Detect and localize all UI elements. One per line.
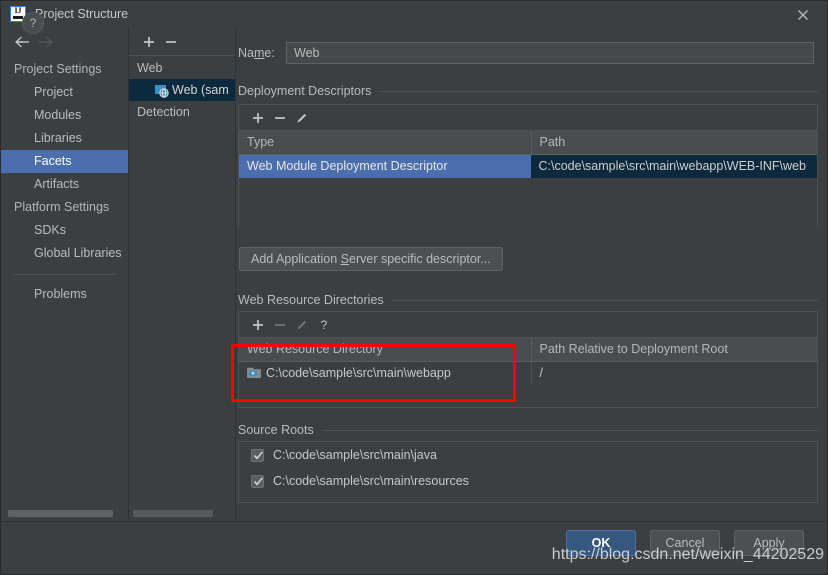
title-bar: Project Structure [0, 0, 828, 29]
watermark-url: https://blog.csdn.net/weixin_44202529 [551, 546, 824, 563]
section-rule [391, 299, 818, 301]
minus-icon [269, 314, 291, 336]
column-header-web-resource-directory[interactable]: Web Resource Directory [239, 338, 531, 361]
sidebar-item-project-settings[interactable]: Project Settings [0, 58, 128, 81]
source-root-label: C:\code\sample\src\main\resources [273, 474, 469, 488]
pencil-icon [291, 314, 313, 336]
window-title: Project Structure [35, 7, 129, 21]
section-label: Source Roots [238, 423, 314, 437]
list-item[interactable]: C:\code\sample\src\main\java [239, 442, 817, 468]
plus-icon[interactable] [138, 31, 160, 53]
facet-settings-panel: Name: Deployment Descriptors Type [236, 28, 828, 521]
table-row[interactable]: C:\code\sample\src\main\webapp / [239, 362, 817, 385]
section-label: Web Resource Directories [238, 293, 384, 307]
svg-text:?: ? [321, 318, 328, 332]
source-roots-list: C:\code\sample\src\main\java C:\code\sam… [238, 441, 818, 503]
close-icon[interactable] [794, 6, 812, 24]
cell-type: Web Module Deployment Descriptor [239, 155, 531, 178]
sidebar-item-artifacts[interactable]: Artifacts [0, 173, 128, 196]
table-header-row: Type Path [239, 131, 817, 155]
sidebar-item-sdks[interactable]: SDKs [0, 219, 128, 242]
settings-sidebar: Project Settings Project Modules Librari… [0, 28, 129, 521]
name-row: Name: [238, 42, 814, 64]
source-root-checkbox[interactable] [251, 474, 264, 488]
web-facet-icon [155, 83, 169, 98]
facet-tree-toolbar [129, 28, 235, 56]
cell-web-resource-directory: C:\code\sample\src\main\webapp [239, 362, 531, 385]
project-structure-dialog: Project Structure Project Settings [0, 0, 828, 575]
cell-relative-path: / [530, 362, 817, 385]
table-empty-area [239, 385, 817, 407]
source-roots-section-title: Source Roots [238, 423, 818, 437]
facet-tree-panel: Web Web (sam Detection [129, 28, 236, 521]
sidebar-item-libraries[interactable]: Libraries [0, 127, 128, 150]
sidebar-divider [14, 274, 116, 275]
help-button[interactable]: ? [22, 12, 44, 34]
sidebar-item-modules[interactable]: Modules [0, 104, 128, 127]
name-label: Name: [238, 46, 275, 60]
sidebar-item-facets[interactable]: Facets [0, 150, 128, 173]
arrow-left-icon[interactable] [12, 31, 34, 53]
plus-icon[interactable] [247, 107, 269, 129]
cell-text: C:\code\sample\src\main\webapp [266, 366, 451, 380]
table-empty-area [239, 178, 817, 226]
source-root-checkbox[interactable] [251, 448, 264, 462]
source-root-label: C:\code\sample\src\main\java [273, 448, 437, 462]
add-application-server-descriptor-button[interactable]: Add Application Server specific descript… [239, 247, 503, 271]
tree-item-detection[interactable]: Detection [129, 101, 235, 123]
sidebar-item-project[interactable]: Project [0, 81, 128, 104]
column-header-relative-path[interactable]: Path Relative to Deployment Root [530, 338, 818, 361]
question-icon[interactable]: ? [313, 314, 335, 336]
sidebar-item-platform-settings[interactable]: Platform Settings [0, 196, 128, 219]
web-resource-directories-toolbar: ? [238, 311, 818, 337]
facet-tree-horizontal-scrollbar[interactable] [133, 510, 213, 517]
web-resource-directories-section-title: Web Resource Directories [238, 293, 818, 307]
deployment-descriptors-table: Type Path Web Module Deployment Descript… [238, 130, 818, 226]
column-header-type[interactable]: Type [239, 131, 531, 154]
tree-item-web-group[interactable]: Web [129, 57, 235, 79]
sidebar-item-problems[interactable]: Problems [0, 283, 128, 306]
facet-tree-list: Web Web (sam Detection [129, 57, 235, 123]
column-header-path[interactable]: Path [530, 131, 818, 154]
deployment-descriptors-section-title: Deployment Descriptors [238, 84, 818, 98]
section-rule [379, 90, 818, 92]
plus-icon[interactable] [247, 314, 269, 336]
deployment-descriptors-toolbar [238, 104, 818, 130]
minus-icon[interactable] [269, 107, 291, 129]
sidebar-list: Project Settings Project Modules Librari… [0, 58, 128, 306]
list-item[interactable]: C:\code\sample\src\main\resources [239, 468, 817, 494]
section-label: Deployment Descriptors [238, 84, 372, 98]
sidebar-horizontal-scrollbar[interactable] [8, 510, 113, 517]
sidebar-nav-buttons [0, 28, 140, 56]
tree-item-web-facet[interactable]: Web (sam [129, 79, 235, 101]
minus-icon[interactable] [160, 31, 182, 53]
table-row[interactable]: Web Module Deployment Descriptor C:\code… [239, 155, 817, 178]
web-resource-directories-table: Web Resource Directory Path Relative to … [238, 337, 818, 408]
cell-path: C:\code\sample\src\main\webapp\WEB-INF\w… [530, 155, 817, 178]
name-input[interactable] [286, 42, 814, 64]
section-rule [321, 429, 818, 431]
pencil-icon[interactable] [291, 107, 313, 129]
arrow-right-icon [34, 31, 56, 53]
folder-icon [247, 364, 261, 378]
table-header-row: Web Resource Directory Path Relative to … [239, 338, 817, 362]
sidebar-item-global-libraries[interactable]: Global Libraries [0, 242, 128, 265]
tree-item-label: Web (sam [172, 83, 229, 97]
